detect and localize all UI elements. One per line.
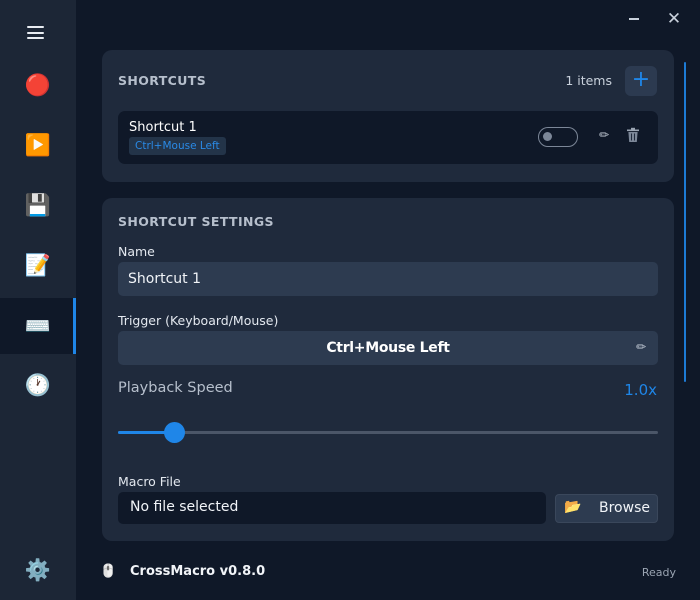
trigger-label: Trigger (Keyboard/Mouse) xyxy=(118,313,279,328)
macro-file-field[interactable]: No file selected xyxy=(118,492,546,524)
shortcut-enabled-toggle[interactable] xyxy=(538,127,578,147)
status-text: Ready xyxy=(641,566,676,579)
pencil-icon[interactable]: ✏ xyxy=(599,128,609,142)
close-button[interactable]: ✕ xyxy=(662,8,686,30)
record-icon: 🔴 xyxy=(24,72,52,97)
shortcut-settings-card: SHORTCUT SETTINGS Name Trigger (Keyboard… xyxy=(102,198,674,541)
playback-speed-slider[interactable] xyxy=(118,421,658,443)
clock-icon: 🕐 xyxy=(24,372,52,397)
open-folder-icon: 📂 xyxy=(564,499,582,515)
memo-icon: 📝 xyxy=(24,252,52,277)
playback-speed-value: 1.0x xyxy=(624,381,657,399)
macro-file-label: Macro File xyxy=(118,474,181,489)
mouse-icon: 🖱️ xyxy=(100,564,117,579)
minimize-button[interactable] xyxy=(622,8,646,30)
sidebar-item-schedule[interactable]: 🕐 xyxy=(0,357,76,413)
app-window: 🔴 ▶️ 💾 📝 ⌨️ 🕐 ⚙️ ✕ SHORTCUTS 1 items + S… xyxy=(0,0,700,600)
play-icon: ▶️ xyxy=(24,132,52,157)
playback-speed-label: Playback Speed xyxy=(118,380,233,396)
browse-button[interactable]: 📂 Browse xyxy=(555,494,658,523)
gear-icon: ⚙️ xyxy=(24,557,52,582)
sidebar-item-editor[interactable]: 📝 xyxy=(0,237,76,293)
trash-icon[interactable] xyxy=(626,127,640,143)
sidebar-item-files[interactable]: 💾 xyxy=(0,177,76,233)
pencil-icon[interactable]: ✏ xyxy=(636,340,646,354)
shortcuts-title: SHORTCUTS xyxy=(118,73,207,88)
scrollbar[interactable] xyxy=(684,62,686,382)
shortcut-name: Shortcut 1 xyxy=(129,120,197,135)
trigger-field[interactable]: Ctrl+Mouse Left ✏ xyxy=(118,331,658,365)
shortcut-list-item[interactable]: Shortcut 1 Ctrl+Mouse Left ✏ xyxy=(118,111,658,164)
trigger-value: Ctrl+Mouse Left xyxy=(326,340,450,356)
sidebar-item-settings[interactable]: ⚙️ xyxy=(0,542,76,598)
minimize-icon xyxy=(629,18,639,20)
floppy-disk-icon: 💾 xyxy=(24,192,52,217)
hamburger-icon[interactable] xyxy=(27,26,44,39)
items-count: 1 items xyxy=(565,73,612,88)
name-label: Name xyxy=(118,244,155,259)
sidebar: 🔴 ▶️ 💾 📝 ⌨️ 🕐 ⚙️ xyxy=(0,0,76,600)
toggle-knob xyxy=(543,132,552,141)
sidebar-item-playback[interactable]: ▶️ xyxy=(0,117,76,173)
shortcuts-card: SHORTCUTS 1 items + Shortcut 1 Ctrl+Mous… xyxy=(102,50,674,182)
sidebar-item-record[interactable]: 🔴 xyxy=(0,57,76,113)
browse-label: Browse xyxy=(599,500,650,516)
sidebar-item-shortcuts[interactable]: ⌨️ xyxy=(0,298,76,354)
keyboard-icon: ⌨️ xyxy=(24,313,52,338)
slider-thumb[interactable] xyxy=(164,421,186,443)
close-icon: ✕ xyxy=(666,9,682,29)
shortcut-trigger-badge: Ctrl+Mouse Left xyxy=(129,137,226,155)
app-version: CrossMacro v0.8.0 xyxy=(130,564,266,579)
add-shortcut-button[interactable]: + xyxy=(625,66,657,96)
settings-title: SHORTCUT SETTINGS xyxy=(118,214,274,229)
name-input[interactable] xyxy=(118,262,658,296)
